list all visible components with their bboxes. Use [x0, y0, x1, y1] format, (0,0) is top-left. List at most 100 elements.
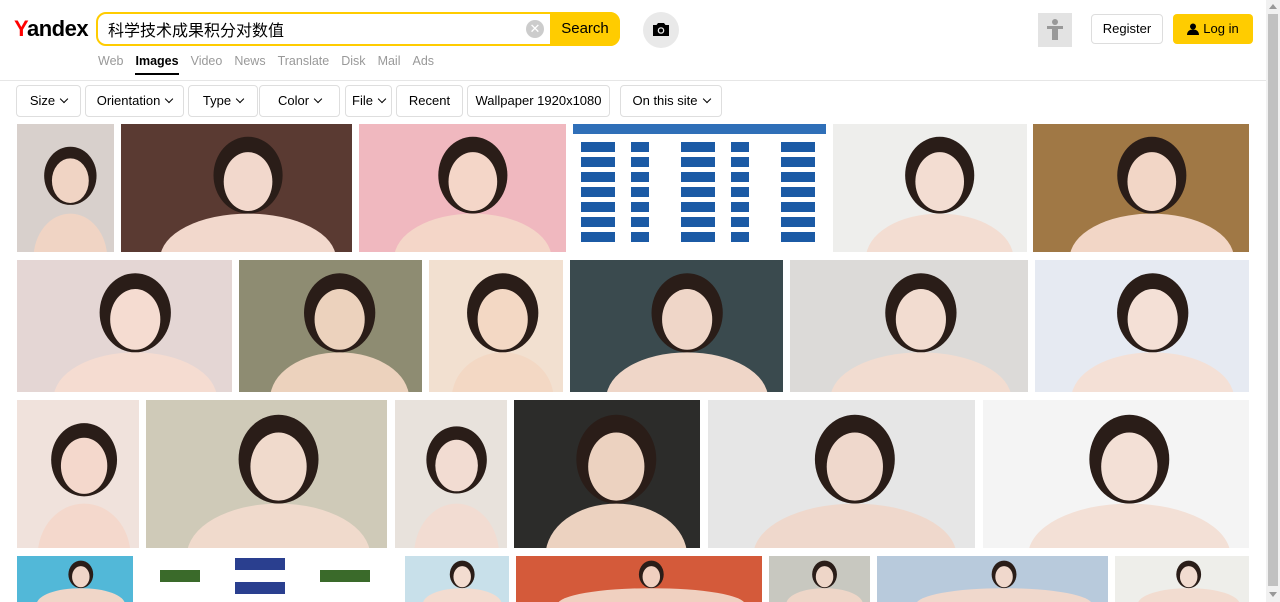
image-result[interactable]	[708, 400, 975, 548]
chevron-down-icon	[59, 94, 69, 104]
image-result[interactable]	[516, 556, 762, 602]
thumbnail-graphic	[452, 273, 554, 392]
image-result[interactable]	[429, 260, 563, 392]
image-result[interactable]	[1115, 556, 1249, 602]
image-result[interactable]	[395, 400, 507, 548]
filter-label: Type	[202, 93, 232, 108]
filter-recent[interactable]: Recent	[396, 85, 463, 117]
image-result[interactable]	[1033, 124, 1249, 252]
nav-video[interactable]: Video	[191, 54, 223, 68]
thumbnail-graphic	[573, 124, 826, 242]
filter-label: Size	[29, 93, 56, 108]
image-result[interactable]	[833, 124, 1027, 252]
scroll-down-arrow-icon[interactable]	[1269, 592, 1277, 597]
service-nav: Web Images Video News Translate Disk Mail Ads	[98, 54, 446, 68]
chevron-down-icon	[313, 94, 323, 104]
image-result[interactable]	[359, 124, 566, 252]
image-result[interactable]	[790, 260, 1028, 392]
filter-wallpaper-1920x1080[interactable]: Wallpaper 1920x1080	[467, 85, 610, 117]
search-input[interactable]	[108, 14, 518, 44]
thumbnail-graphic	[38, 423, 130, 548]
person-icon	[1047, 19, 1063, 40]
thumbnail-graphic	[33, 146, 107, 252]
filter-label: Color	[277, 93, 310, 108]
thumbnail-graphic	[754, 414, 956, 548]
login-label: Log in	[1203, 21, 1239, 36]
thumbnail-graphic	[1072, 273, 1234, 392]
scroll-thumb[interactable]	[1268, 14, 1278, 586]
logo-rest: andex	[26, 16, 89, 41]
scroll-up-arrow-icon[interactable]	[1269, 4, 1277, 9]
image-result[interactable]	[17, 400, 139, 548]
thumbnail-graphic	[786, 560, 863, 602]
image-result[interactable]	[573, 124, 826, 252]
filter-label: On this site	[632, 93, 698, 108]
thumbnail-graphic	[917, 560, 1091, 602]
image-result[interactable]	[146, 400, 387, 548]
thumbnail-graphic	[866, 136, 1013, 252]
image-result[interactable]	[769, 556, 870, 602]
filter-type[interactable]: Type	[188, 85, 258, 117]
image-result[interactable]	[239, 260, 422, 392]
user-icon	[1187, 23, 1200, 35]
register-button[interactable]: Register	[1091, 14, 1163, 44]
image-result[interactable]	[514, 400, 700, 548]
filter-color[interactable]: Color	[259, 85, 340, 117]
nav-web[interactable]: Web	[98, 54, 123, 68]
login-button[interactable]: Log in	[1173, 14, 1253, 44]
image-result[interactable]	[1035, 260, 1249, 392]
image-result[interactable]	[570, 260, 783, 392]
nav-images[interactable]: Images	[135, 54, 178, 68]
thumbnail-graphic	[423, 560, 502, 602]
thumbnail-graphic	[831, 273, 1011, 392]
search-button[interactable]: Search	[550, 12, 620, 46]
thumbnail-graphic	[1138, 560, 1240, 602]
search-box: ✕ Search	[96, 12, 620, 46]
nav-ads[interactable]: Ads	[412, 54, 434, 68]
thumbnail-graphic	[395, 136, 551, 252]
thumbnail-graphic	[1070, 136, 1234, 252]
nav-disk[interactable]: Disk	[341, 54, 365, 68]
image-result[interactable]	[17, 260, 232, 392]
yandex-logo[interactable]: Yandex	[14, 16, 89, 42]
filter-size[interactable]: Size	[16, 85, 81, 117]
image-result[interactable]	[17, 556, 133, 602]
image-result[interactable]	[983, 400, 1249, 548]
thumbnail-graphic	[546, 414, 687, 548]
thumbnail-graphic	[54, 273, 217, 392]
image-result[interactable]	[405, 556, 509, 602]
thumbnail-graphic	[1029, 414, 1230, 548]
chevron-down-icon	[235, 94, 245, 104]
thumbnail-graphic	[37, 560, 125, 602]
image-result[interactable]	[877, 556, 1108, 602]
filter-label: Recent	[408, 93, 451, 108]
chevron-down-icon	[377, 94, 387, 104]
thumbnail-graphic	[160, 558, 370, 594]
thumbnail-graphic	[270, 273, 409, 392]
filter-label: Wallpaper 1920x1080	[475, 93, 602, 108]
thumbnail-graphic	[161, 136, 335, 252]
scrollbar[interactable]	[1266, 0, 1280, 602]
filter-on-this-site[interactable]: On this site	[620, 85, 722, 117]
image-result[interactable]	[17, 124, 114, 252]
image-result[interactable]	[140, 556, 397, 602]
header: Yandex ✕ Search Web Images Video News Transl…	[0, 0, 1266, 81]
chevron-down-icon	[165, 94, 174, 104]
nav-mail[interactable]: Mail	[378, 54, 401, 68]
camera-icon	[653, 23, 669, 36]
filter-label: File	[352, 93, 373, 108]
filter-file[interactable]: File	[345, 85, 392, 117]
clear-search-icon[interactable]: ✕	[526, 20, 544, 38]
nav-news[interactable]: News	[234, 54, 265, 68]
image-result[interactable]	[121, 124, 352, 252]
thumbnail-graphic	[414, 426, 499, 548]
nav-translate[interactable]: Translate	[278, 54, 330, 68]
thumbnail-graphic	[187, 414, 370, 548]
filter-orientation[interactable]: Orientation	[85, 85, 184, 117]
camera-search-button[interactable]	[643, 12, 679, 48]
filter-label: Orientation	[96, 93, 161, 108]
thumbnail-graphic	[558, 560, 744, 602]
logo-first-letter: Y	[14, 16, 27, 41]
chevron-down-icon	[702, 94, 711, 104]
accessibility-icon[interactable]	[1038, 13, 1072, 47]
